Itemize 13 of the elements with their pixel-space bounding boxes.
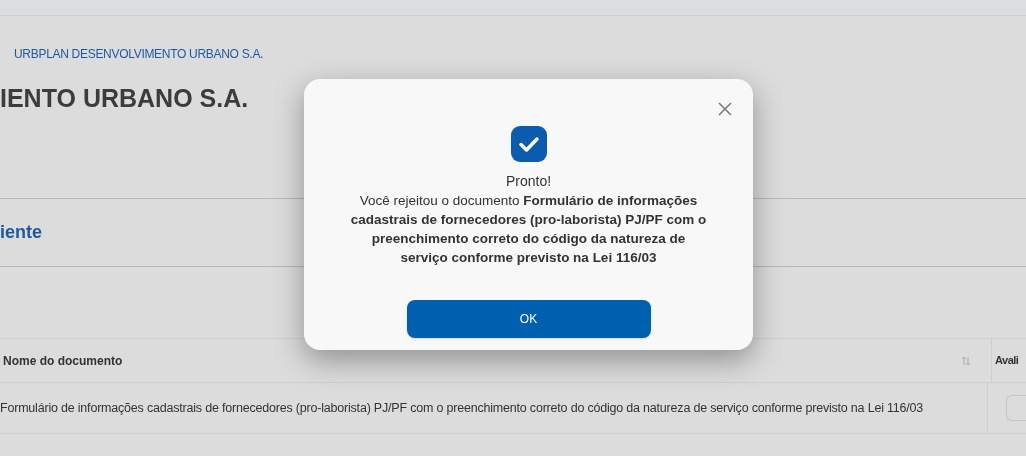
checkmark-icon <box>510 126 547 162</box>
section-title: iente <box>0 221 42 244</box>
column-header[interactable]: Nome do documento <box>3 351 123 370</box>
sort-icon[interactable] <box>961 355 971 366</box>
column-header[interactable]: Avali <box>995 352 1019 369</box>
action-button[interactable] <box>1006 395 1026 421</box>
dialog-message: Você rejeitou o documento Formulário de informações cadastrais de fornecedores (pro-laborista) PJ/PF com o preenchimento correto do código da natureza de serviço conforme previsto na Lei 116/03 <box>349 192 708 267</box>
dialog-title: Pronto! <box>505 172 552 191</box>
ok-button[interactable]: OK <box>406 300 651 338</box>
breadcrumb-link[interactable]: URBPLAN DESENVOLVIMENTO URBANO S.A. <box>14 47 264 61</box>
table-cell-text: Formulário de informações cadastrais de fornecedores (pro-laborista) PJ/PF com o preenchimento correto do código da natureza de serviço conforme previsto na Lei 116/03 <box>0 399 924 417</box>
close-icon[interactable] <box>718 102 732 116</box>
page-title: IENTO URBANO S.A. <box>0 83 249 115</box>
